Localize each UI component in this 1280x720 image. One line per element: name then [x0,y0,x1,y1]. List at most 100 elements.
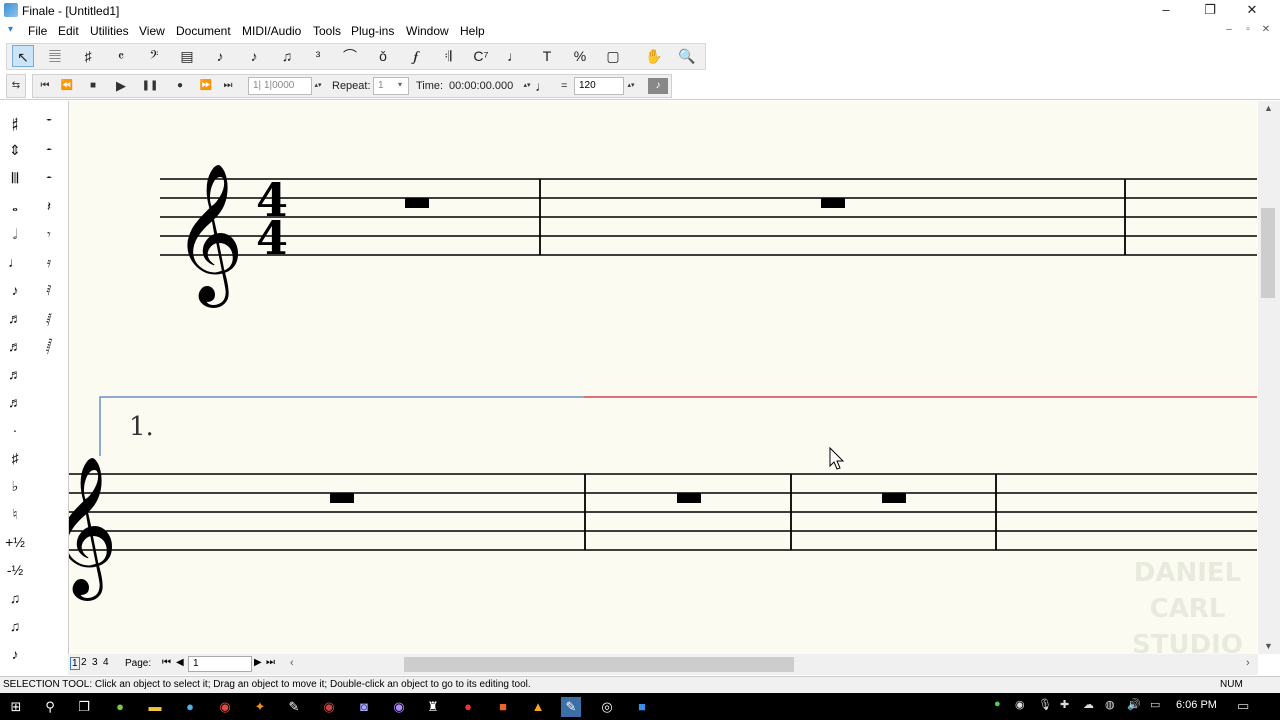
app-dark-red-icon[interactable]: ● [458,697,478,717]
task-view-icon[interactable]: ❐ [74,697,94,717]
page-tab-1[interactable]: 1 [70,657,80,670]
treble-clef-icon[interactable]: 𝄞 [173,163,244,308]
microphone-icon[interactable]: 🎙 [1038,698,1052,711]
minimize-button[interactable]: – [1144,0,1188,20]
taskbar-clock[interactable]: 6:06 PM [1176,699,1217,711]
first-page-icon[interactable]: ⏮ [162,657,171,668]
text-tool[interactable]: T [536,45,558,67]
vertical-scroll-thumb[interactable] [1261,208,1275,298]
app-white-icon[interactable]: ♜ [423,697,443,717]
tray-shield-icon[interactable]: ✚ [1060,698,1069,711]
ending-number[interactable]: 1. [129,412,154,442]
zoom-app-icon[interactable]: ■ [632,697,652,717]
scroll-up-icon[interactable]: ▲ [1264,103,1273,113]
previous-page-icon[interactable]: ◀ [176,657,184,668]
clef-tool[interactable]: 𝄢 [143,45,165,67]
page-field[interactable]: 1 [188,656,252,672]
file-explorer-icon[interactable]: ▬ [145,697,165,717]
menu-view[interactable]: View [139,24,165,38]
menu-plug-ins[interactable]: Plug-ins [351,24,394,38]
menu-tools[interactable]: Tools [313,24,341,38]
whole-rest[interactable] [405,198,429,208]
smart-shape-tool[interactable]: ⌒ [339,45,361,67]
page-tab-4[interactable]: 4 [103,657,109,668]
position-spinner-icon[interactable]: ▴▾ [312,78,324,94]
entry-palette-item[interactable]: ⇕ [0,138,30,162]
app-office-icon[interactable]: ■ [493,697,513,717]
scroll-left-icon[interactable]: ‹ [290,657,294,669]
app-orange-icon[interactable]: ✦ [250,697,270,717]
menu-utilities[interactable]: Utilities [90,24,129,38]
rest-palette-item[interactable]: 𝄻 [34,110,64,134]
last-page-icon[interactable]: ⏭ [266,657,275,668]
hand-grabber-tool[interactable]: ✋ [643,45,665,67]
stop-icon[interactable]: ■ [84,78,102,94]
entry-palette-item[interactable]: +½ [0,530,30,554]
volume-icon[interactable]: 🔊 [1127,698,1141,711]
menu-document[interactable]: Document [176,24,231,38]
entry-palette-item[interactable]: ♯ [0,446,30,470]
entry-palette-item[interactable]: ♪ [0,642,30,666]
app-amber-icon[interactable]: ▲ [528,697,548,717]
entry-palette-item[interactable]: · [0,418,30,442]
whole-rest[interactable] [882,493,906,503]
entry-palette-item[interactable]: ♬ [0,306,30,330]
page-tab-3[interactable]: 3 [92,657,98,668]
rest-palette-item[interactable]: 𝄾 [34,222,64,246]
hyperscribe-tool[interactable]: ♫ [276,45,298,67]
tray-cloud-icon[interactable]: ☁ [1083,698,1094,711]
search-icon[interactable]: ⚲ [40,697,60,717]
tray-display-icon[interactable]: ▭ [1150,698,1160,711]
rest-palette-item[interactable]: 𝅀 [34,278,64,302]
repeat-tool[interactable]: 𝄇 [437,45,459,67]
menu-help[interactable]: Help [460,24,485,38]
menu-midi-audio[interactable]: MIDI/Audio [242,24,301,38]
entry-palette-item[interactable]: ♫ [0,614,30,638]
entry-palette-item[interactable]: 𝄰 [0,110,30,134]
entry-palette-item[interactable]: 𝅗𝅥 [0,222,30,246]
app-gray-icon[interactable]: ✎ [284,697,304,717]
key-signature-tool[interactable]: ♯ [77,45,99,67]
quarter-note-icon[interactable]: ♩ [533,78,551,94]
page-layout-tool[interactable]: ▢ [602,45,624,67]
speedy-entry-tool[interactable]: ♪ [243,45,265,67]
menu-file[interactable]: File [28,24,47,38]
tempo-spinner-icon[interactable]: ▴▾ [625,78,637,94]
rest-palette-item[interactable]: 𝄼 [34,166,64,190]
tray-app-icon[interactable]: ● [994,698,1001,710]
rest-palette-item[interactable]: 𝄼 [34,138,64,162]
forward-to-end-icon[interactable]: ⏭ [219,78,237,94]
doc-restore-button[interactable]: ▫ [1240,24,1256,35]
entry-palette-item[interactable]: ♮ [0,502,30,526]
app-purple-icon[interactable]: ◙ [354,697,374,717]
entry-palette-item[interactable]: ♭ [0,474,30,498]
ending-bracket[interactable] [99,396,584,456]
notifications-icon[interactable]: ▭ [1237,698,1249,714]
playback-settings-icon[interactable]: ⇆ [7,78,25,94]
treble-clef-icon[interactable]: 𝄞 [69,456,118,601]
menu-window[interactable]: Window [406,24,449,38]
record-icon[interactable]: ● [171,78,189,94]
simple-entry-tool[interactable]: ♪ [209,45,231,67]
repeat-dropdown-icon[interactable]: ▾ [398,80,402,89]
time-signature-tool[interactable]: 𝄴 [110,45,132,67]
close-button[interactable]: ✕ [1230,0,1274,20]
pause-icon[interactable]: ❚❚ [141,78,159,94]
entry-palette-item[interactable]: ♪ [0,278,30,302]
app-blue-icon[interactable]: ● [180,697,200,717]
tempo-field[interactable]: 120 [574,77,624,95]
rest-palette-item[interactable]: 𝅂 [34,334,64,358]
time-signature-bottom[interactable]: 4 [256,211,288,265]
staff-tool[interactable]: 𝄚 [44,45,66,67]
whole-rest[interactable] [330,493,354,503]
app-violet-icon[interactable]: ◉ [389,697,409,717]
entry-palette-item[interactable]: -½ [0,558,30,582]
vertical-scrollbar[interactable]: ▲ ▼ [1258,101,1280,654]
windows-start-icon[interactable]: ⊞ [6,697,26,717]
finale-taskbar-icon[interactable]: ✎ [561,697,581,717]
selection-tool[interactable]: ↖ [12,45,34,67]
doc-minimize-button[interactable]: – [1221,24,1237,35]
rewind-to-start-icon[interactable]: ⏮ [36,78,54,94]
whole-rest[interactable] [677,493,701,503]
resize-tool[interactable]: % [569,45,591,67]
